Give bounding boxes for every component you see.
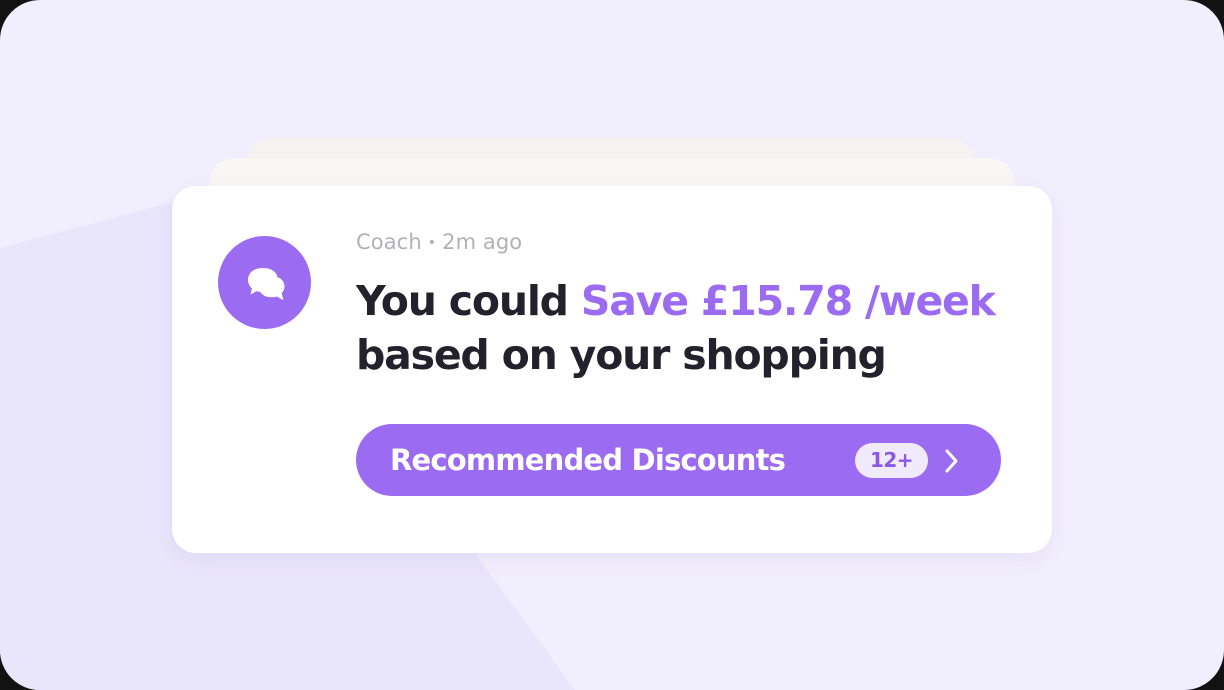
- notification-headline: You could Save £15.78 /week based on you…: [356, 274, 1036, 382]
- meta-separator: •: [427, 235, 437, 251]
- notification-meta: Coach • 2m ago: [356, 230, 522, 254]
- headline-suffix: based on your shopping: [356, 331, 887, 379]
- discount-count-badge: 12+: [855, 443, 928, 478]
- recommended-discounts-button[interactable]: Recommended Discounts 12+: [356, 424, 1001, 496]
- screen-frame: Coach • 2m ago You could Save £15.78 /week…: [0, 0, 1224, 690]
- coach-avatar: [218, 236, 311, 329]
- timestamp: 2m ago: [442, 230, 523, 254]
- cta-label: Recommended Discounts: [390, 443, 786, 477]
- sender-name: Coach: [356, 230, 422, 254]
- headline-prefix: You could: [356, 277, 581, 325]
- notification-card[interactable]: Coach • 2m ago You could Save £15.78 /week…: [172, 186, 1052, 553]
- chevron-right-icon: [945, 449, 958, 473]
- savings-amount: Save £15.78 /week: [580, 277, 996, 325]
- chat-bubbles-icon: [247, 267, 285, 300]
